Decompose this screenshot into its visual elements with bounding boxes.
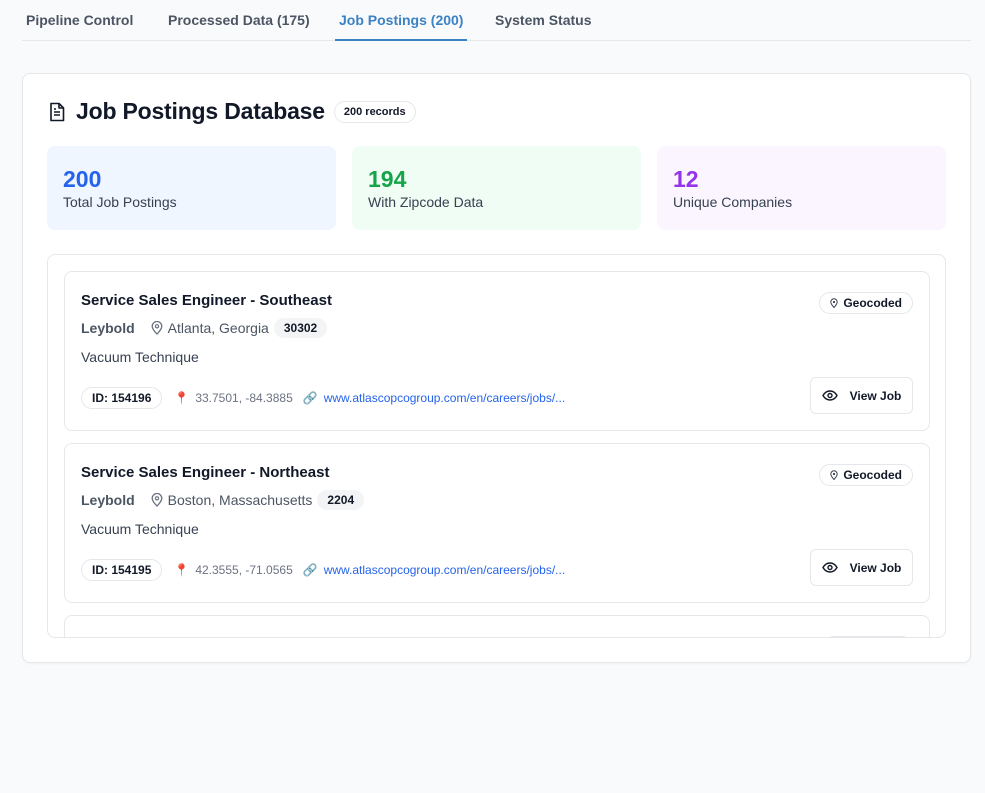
job-card: Service Sales Engineer - Southeast Geoco… <box>64 271 930 431</box>
job-id-badge: ID: 154195 <box>81 559 163 581</box>
eye-icon <box>821 390 838 401</box>
geocoded-badge: Geocoded <box>819 464 913 486</box>
job-meta: Leybold Boston, Massachusetts 2204 <box>81 490 365 510</box>
job-footer: ID: 154196 📍 33.7501, -84.3885 🔗 www.atl… <box>81 387 565 409</box>
coordinates-text: 33.7501, -84.3885 <box>195 391 293 405</box>
company-name: Leybold <box>81 320 135 336</box>
tab-system-status[interactable]: System Status <box>495 12 591 41</box>
job-department: Vacuum Technique <box>81 521 199 537</box>
tab-bar: Pipeline Control Processed Data (175) Jo… <box>22 0 971 41</box>
job-title: Service Sales Engineer - Southeast <box>81 292 332 309</box>
stat-value: 200 <box>63 166 102 192</box>
coordinates-text: 42.3555, -71.0565 <box>195 563 293 577</box>
page-title: Job Postings Database <box>76 98 325 124</box>
stat-label: Unique Companies <box>673 194 793 210</box>
job-id-badge: ID: 154196 <box>81 387 163 409</box>
pushpin-icon: 📍 <box>174 563 190 577</box>
zipcode-badge: 30302 <box>273 318 328 338</box>
view-job-label: View Job <box>849 388 902 403</box>
link-icon: 🔗 <box>302 391 318 405</box>
stat-value: 194 <box>368 166 407 192</box>
stat-unique-companies: 12 Unique Companies <box>657 146 946 230</box>
job-card: Service Sales Engineer - Northeast Geoco… <box>64 443 930 603</box>
stat-with-zipcode: 194 With Zipcode Data <box>352 146 641 230</box>
document-icon <box>50 102 65 121</box>
pushpin-icon: 📍 <box>174 391 190 405</box>
coordinates: 📍 33.7501, -84.3885 <box>174 391 292 405</box>
panel-heading: Job Postings Database 200 records <box>48 98 416 125</box>
eye-icon <box>821 562 838 573</box>
link-icon: 🔗 <box>302 563 318 577</box>
zipcode-badge: 2204 <box>317 490 365 510</box>
map-pin-icon <box>830 298 839 308</box>
view-job-button[interactable]: View Job <box>810 377 913 414</box>
job-url-link[interactable]: www.atlascopcogroup.com/en/careers/jobs/… <box>324 563 565 577</box>
map-pin-icon <box>830 470 839 480</box>
geocoded-badge: Geocoded <box>819 292 913 314</box>
job-meta: Leybold Atlanta, Georgia 30302 <box>81 318 328 338</box>
map-pin-icon <box>151 493 163 507</box>
tab-processed-data[interactable]: Processed Data (175) <box>168 12 310 41</box>
job-postings-panel: Job Postings Database 200 records 200 To… <box>22 73 971 663</box>
company-name: Leybold <box>81 492 135 508</box>
job-department: Vacuum Technique <box>81 349 199 365</box>
stat-label: With Zipcode Data <box>368 194 484 210</box>
job-card <box>64 615 930 637</box>
tab-job-postings[interactable]: Job Postings (200) <box>335 12 468 41</box>
job-location: Boston, Massachusetts <box>167 492 313 508</box>
job-url-link[interactable]: www.atlascopcogroup.com/en/careers/jobs/… <box>324 391 565 405</box>
stat-value: 12 <box>673 166 699 192</box>
coordinates: 📍 42.3555, -71.0565 <box>174 563 292 577</box>
view-job-button[interactable]: View Job <box>810 549 913 586</box>
geocoded-label: Geocoded <box>843 296 902 310</box>
map-pin-icon <box>151 321 163 335</box>
geocoded-label: Geocoded <box>843 468 902 482</box>
job-list[interactable]: Service Sales Engineer - Southeast Geoco… <box>47 254 946 638</box>
job-footer: ID: 154195 📍 42.3555, -71.0565 🔗 www.atl… <box>81 559 565 581</box>
records-badge: 200 records <box>333 100 416 123</box>
stat-label: Total Job Postings <box>63 194 177 210</box>
job-location: Atlanta, Georgia <box>167 320 269 336</box>
tab-pipeline-control[interactable]: Pipeline Control <box>26 12 133 41</box>
stat-total-postings: 200 Total Job Postings <box>47 146 336 230</box>
job-title: Service Sales Engineer - Northeast <box>81 464 330 481</box>
view-job-label: View Job <box>849 560 902 575</box>
geocoded-badge <box>823 636 913 637</box>
